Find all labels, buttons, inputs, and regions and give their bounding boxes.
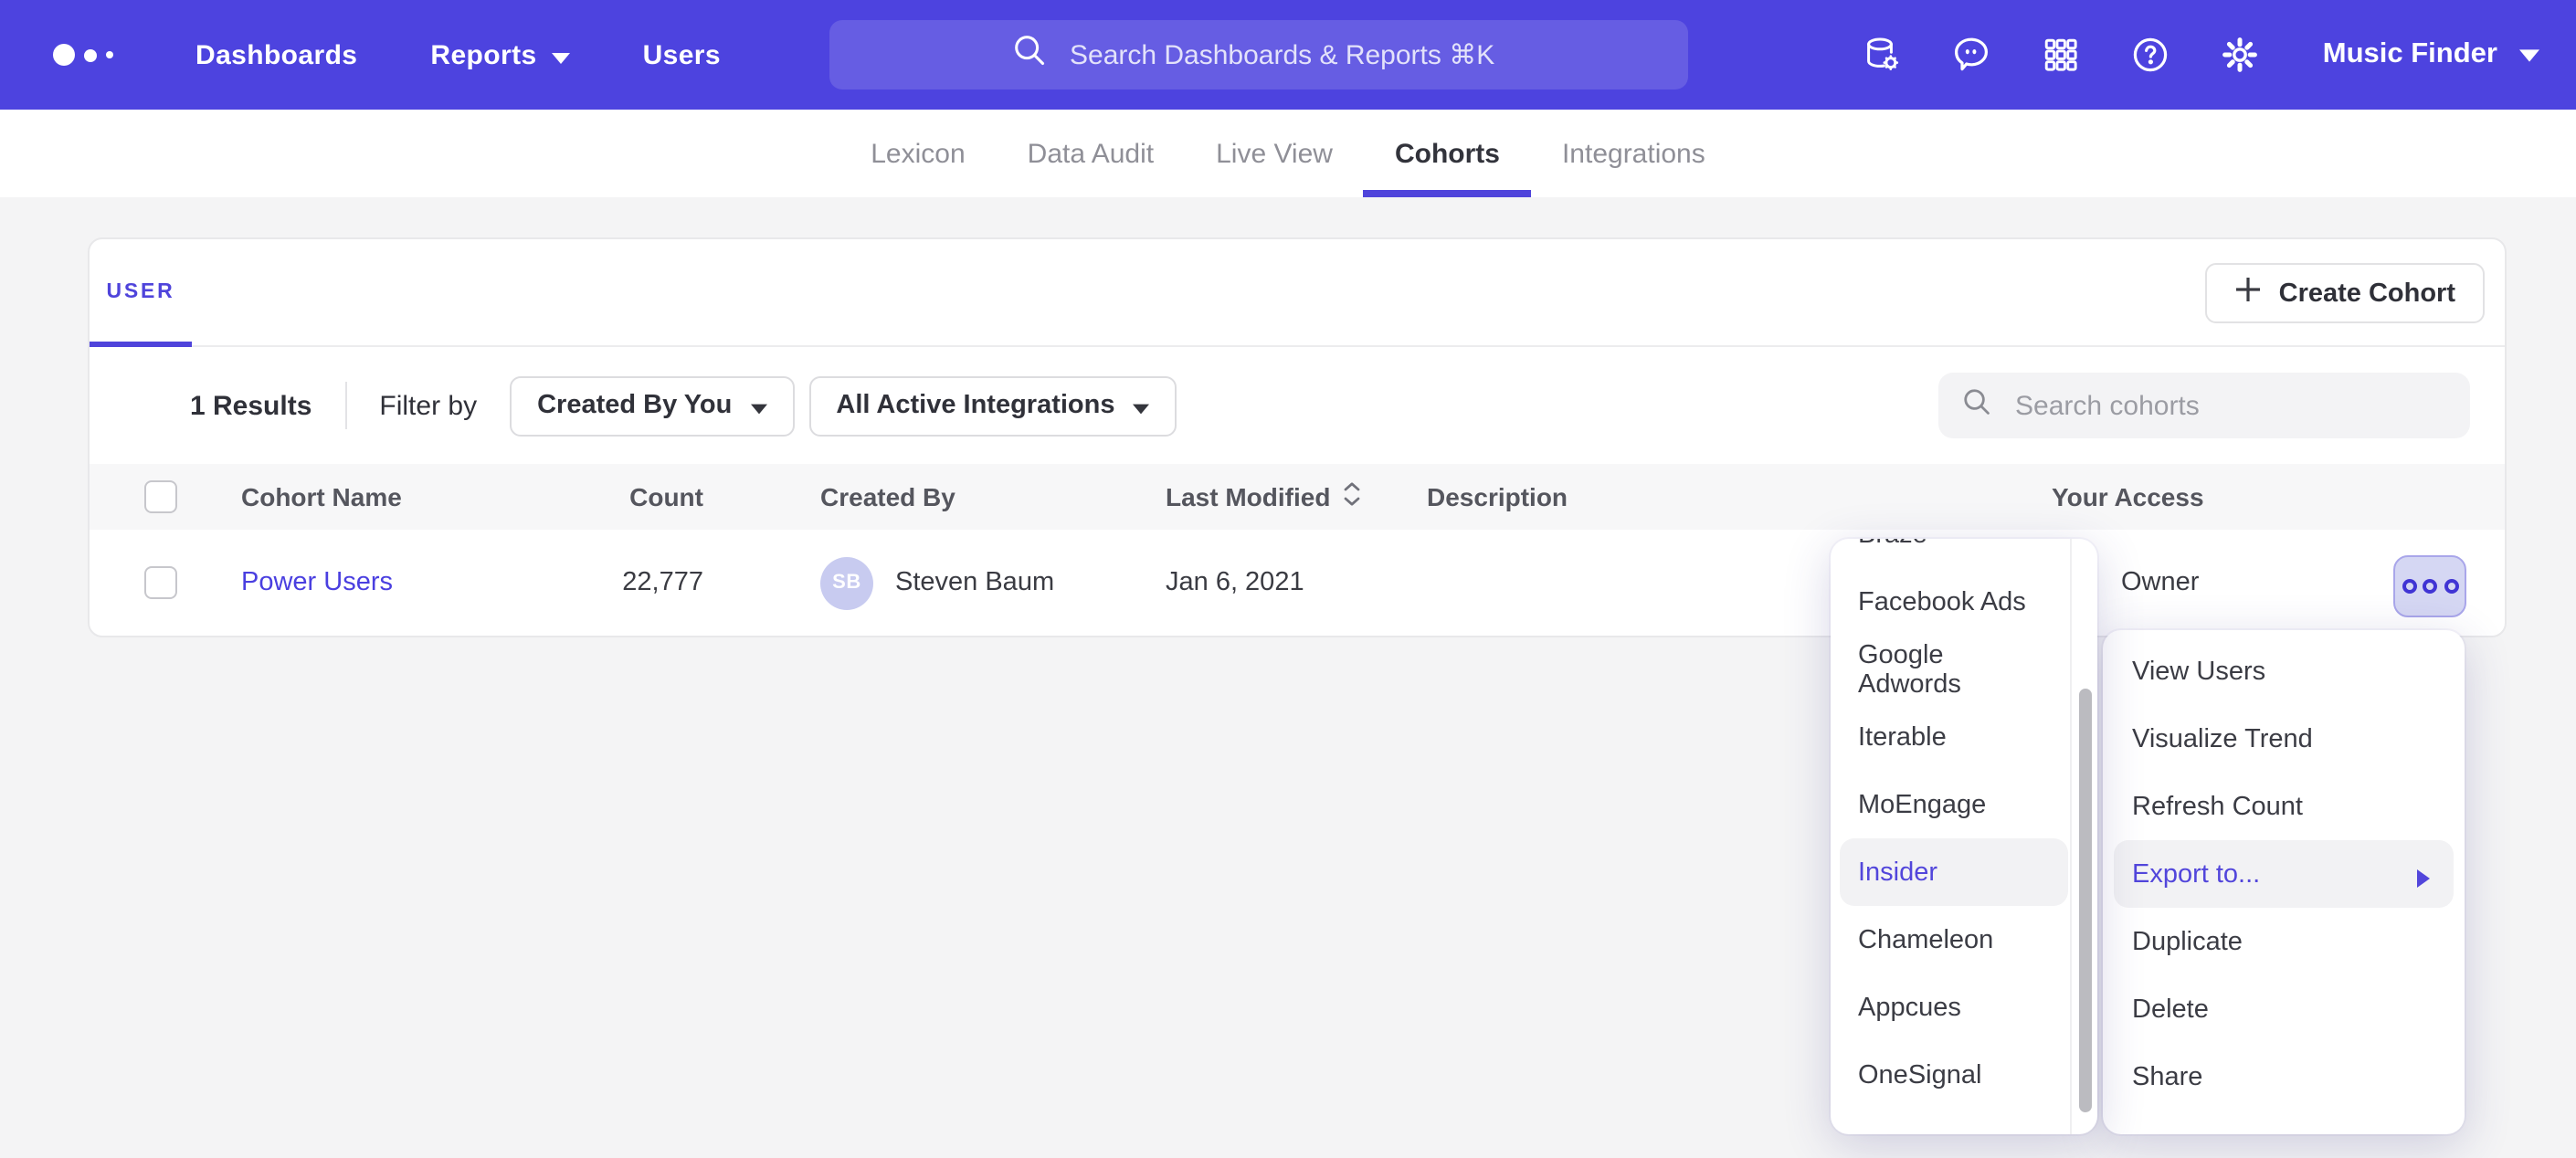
col-header-your-access: Your Access — [2052, 482, 2505, 511]
create-cohort-label: Create Cohort — [2279, 279, 2455, 308]
ellipsis-dot-icon — [2444, 579, 2458, 594]
app-window: Dashboards Reports Users — [0, 0, 2576, 1158]
cohort-count: 22,777 — [552, 568, 703, 597]
top-navbar: Dashboards Reports Users — [0, 0, 2576, 110]
creator-name: Steven Baum — [895, 568, 1054, 597]
tab-cohorts[interactable]: Cohorts — [1364, 110, 1531, 197]
table-row[interactable]: Power Users 22,777 SB Steven Baum Jan 6,… — [90, 530, 2505, 636]
sort-icon — [1343, 482, 1361, 511]
submenu-scrollbar-thumb[interactable] — [2079, 689, 2092, 1112]
section-tabbar: Lexicon Data Audit Live View Cohorts Int… — [0, 110, 2576, 197]
global-search[interactable] — [829, 20, 1688, 89]
row-context-menu: View Users Visualize Trend Refresh Count… — [2103, 630, 2465, 1134]
help-icon[interactable] — [2129, 33, 2173, 77]
mixpanel-logo-icon[interactable] — [53, 44, 137, 66]
last-modified-value: Jan 6, 2021 — [1166, 568, 1427, 597]
cohort-name-link[interactable]: Power Users — [241, 568, 552, 597]
row-actions-button[interactable] — [2393, 555, 2466, 617]
tab-data-audit[interactable]: Data Audit — [997, 110, 1185, 197]
ellipsis-dot-icon — [2402, 579, 2416, 594]
menu-item-visualize-trend[interactable]: Visualize Trend — [2114, 705, 2454, 773]
plus-icon — [2235, 276, 2263, 311]
submenu-arrow-icon — [2417, 865, 2430, 894]
submenu-scrollbar-track[interactable] — [2070, 539, 2097, 1134]
nav-item-users[interactable]: Users — [643, 39, 721, 70]
chevron-down-icon — [552, 39, 570, 70]
menu-item-delete[interactable]: Delete — [2114, 975, 2454, 1043]
menu-item-duplicate[interactable]: Duplicate — [2114, 908, 2454, 975]
col-header-last-modified[interactable]: Last Modified — [1166, 482, 1427, 511]
data-management-icon[interactable] — [1861, 33, 1905, 77]
avatar: SB — [820, 556, 873, 609]
tab-lexicon[interactable]: Lexicon — [839, 110, 996, 197]
chevron-down-icon — [1134, 392, 1150, 421]
apps-grid-icon[interactable] — [2040, 33, 2084, 77]
search-icon — [1009, 31, 1048, 79]
integrations-dropdown[interactable]: All Active Integrations — [808, 375, 1177, 436]
col-header-description: Description — [1427, 482, 2052, 511]
integrations-dropdown-value: All Active Integrations — [836, 391, 1114, 420]
col-header-cohort-name: Cohort Name — [241, 482, 552, 511]
nav-item-dashboards[interactable]: Dashboards — [195, 39, 357, 70]
chevron-down-icon — [2519, 38, 2539, 71]
cohorts-card: USER Create Cohort 1 Results Filter by C… — [88, 237, 2507, 637]
search-icon — [1960, 384, 1993, 426]
export-submenu: Braze Facebook Ads Google Adwords Iterab… — [1831, 539, 2097, 1134]
chevron-down-icon — [750, 392, 766, 421]
tab-integrations[interactable]: Integrations — [1531, 110, 1737, 197]
col-header-count: Count — [552, 482, 703, 511]
table-header-row: Cohort Name Count Created By Last Modifi… — [90, 464, 2505, 530]
select-all-checkbox[interactable] — [144, 480, 177, 513]
export-target-braze[interactable]: Braze — [1840, 539, 2068, 568]
primary-nav: Dashboards Reports Users — [195, 39, 721, 70]
nav-item-label: Reports — [430, 39, 536, 70]
menu-item-refresh-count[interactable]: Refresh Count — [2114, 773, 2454, 840]
filter-by-label: Filter by — [379, 390, 477, 421]
creator-cell: SB Steven Baum — [820, 556, 1166, 609]
export-target-onesignal[interactable]: OneSignal — [1840, 1041, 2068, 1109]
nav-item-label: Dashboards — [195, 39, 357, 70]
export-target-appcues[interactable]: Appcues — [1840, 974, 2068, 1041]
global-search-input[interactable] — [1066, 37, 1508, 72]
project-name: Music Finder — [2323, 38, 2497, 71]
project-switcher[interactable]: Music Finder — [2323, 38, 2539, 71]
tab-live-view[interactable]: Live View — [1185, 110, 1364, 197]
export-target-facebook-ads[interactable]: Facebook Ads — [1840, 568, 2068, 636]
ellipsis-dot-icon — [2423, 579, 2437, 594]
results-count: 1 Results — [190, 390, 311, 421]
nav-item-label: Users — [643, 39, 721, 70]
nav-item-reports[interactable]: Reports — [430, 39, 569, 70]
cohort-type-tabs: USER Create Cohort — [90, 239, 2505, 347]
divider — [344, 382, 346, 429]
export-target-moengage[interactable]: MoEngage — [1840, 771, 2068, 838]
feedback-icon[interactable] — [1950, 33, 1994, 77]
export-target-google-adwords[interactable]: Google Adwords — [1840, 636, 2068, 703]
filter-row: 1 Results Filter by Created By You All A… — [90, 347, 2505, 464]
col-header-label: Last Modified — [1166, 482, 1330, 511]
navbar-right: Music Finder — [1861, 0, 2539, 110]
create-cohort-button[interactable]: Create Cohort — [2206, 263, 2485, 323]
menu-item-export-to[interactable]: Export to... — [2114, 840, 2454, 908]
export-target-iterable[interactable]: Iterable — [1840, 703, 2068, 771]
settings-gear-icon[interactable] — [2219, 33, 2263, 77]
cohort-search-input[interactable] — [2011, 388, 2448, 423]
menu-item-share[interactable]: Share — [2114, 1043, 2454, 1111]
menu-item-view-users[interactable]: View Users — [2114, 637, 2454, 705]
col-header-created-by: Created By — [820, 482, 1166, 511]
menu-item-label: Export to... — [2132, 859, 2260, 889]
cohort-search[interactable] — [1938, 373, 2470, 438]
row-checkbox[interactable] — [144, 566, 177, 599]
export-target-chameleon[interactable]: Chameleon — [1840, 906, 2068, 974]
export-target-insider[interactable]: Insider — [1840, 838, 2068, 906]
created-by-dropdown-value: Created By You — [537, 391, 732, 420]
created-by-dropdown[interactable]: Created By You — [510, 375, 794, 436]
tab-user-cohorts[interactable]: USER — [90, 239, 192, 345]
